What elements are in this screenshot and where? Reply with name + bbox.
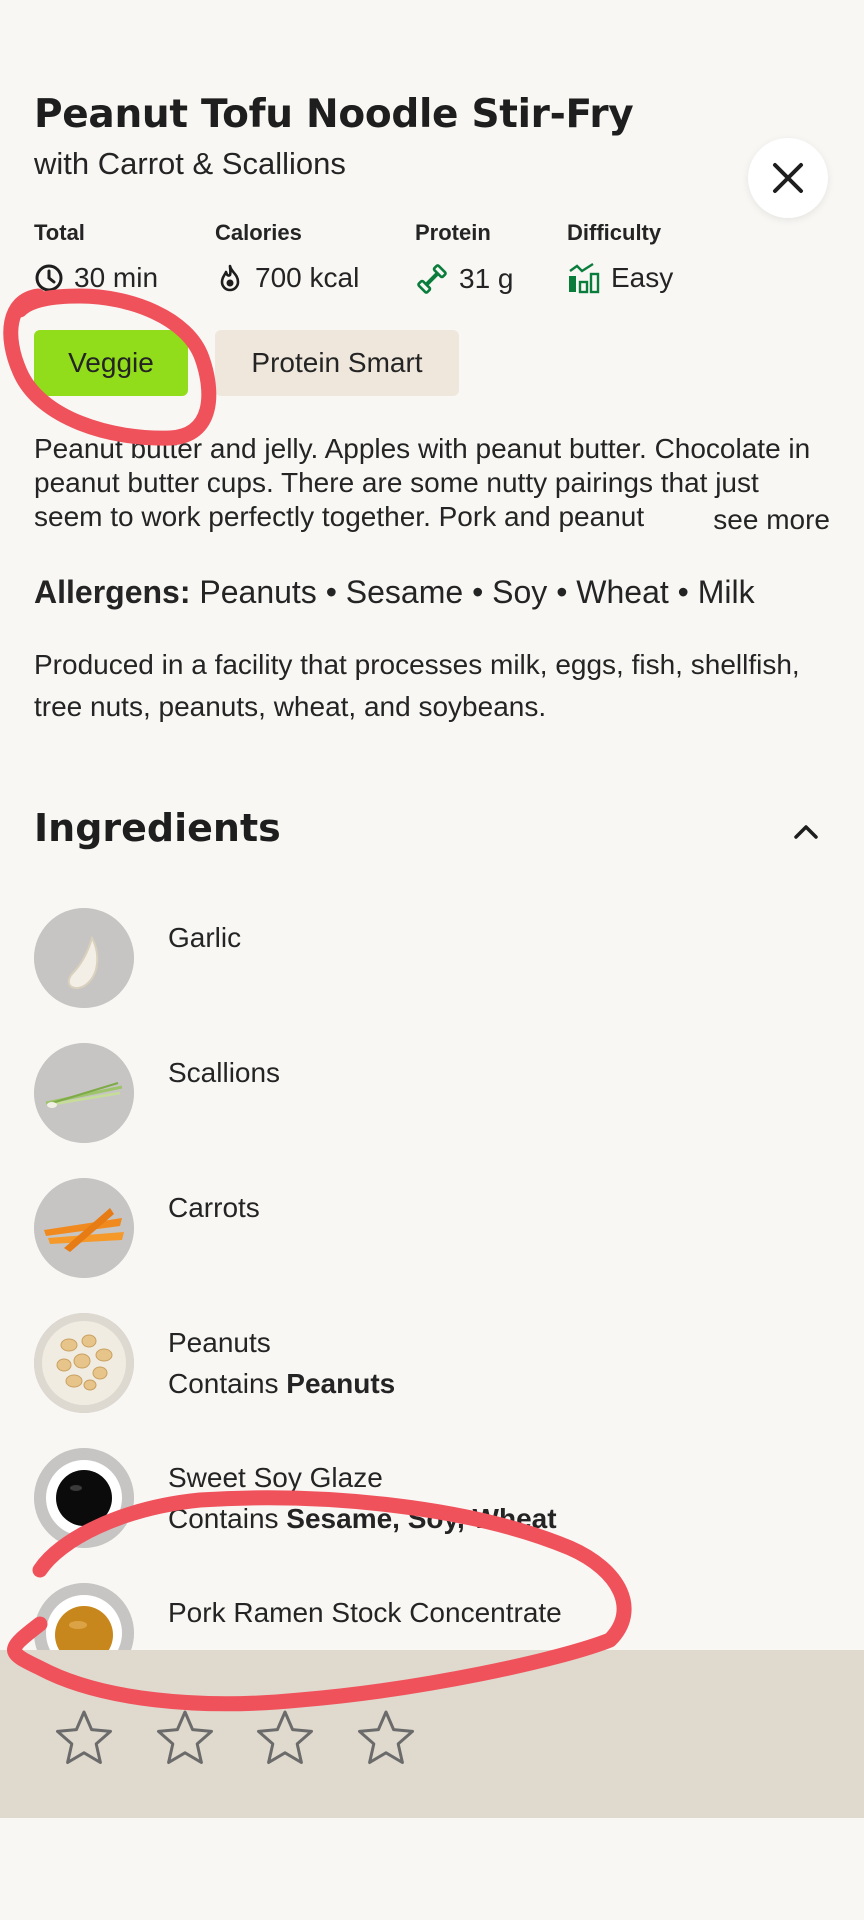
carrots-image [34, 1178, 134, 1278]
ingredient-name: Carrots [168, 1192, 260, 1223]
stat-label: Total [34, 220, 85, 245]
ingredient-row: Carrots [34, 1178, 834, 1288]
peanuts-image [34, 1313, 134, 1413]
stat-value: 30 min [74, 262, 159, 293]
recipe-subtitle: with Carrot & Scallions [34, 146, 346, 181]
ingredient-name: Peanuts [168, 1327, 271, 1358]
dumbbell-icon [417, 264, 447, 294]
rating-bar [0, 1650, 864, 1818]
recipe-title: Peanut Tofu Noodle Stir-Fry [34, 92, 634, 137]
contains-prefix: Contains [168, 1503, 287, 1534]
clock-icon [35, 264, 63, 292]
ingredient-allergens: Contains Sesame, Soy, Wheat [168, 1503, 557, 1535]
ingredient-row: Peanuts Contains Peanuts [34, 1313, 834, 1423]
ingredients-heading: Ingredients [34, 806, 281, 850]
ingredient-row: Garlic [34, 908, 834, 1018]
stat-label: Calories [215, 220, 302, 245]
soy-glaze-image [34, 1448, 134, 1548]
star-icon[interactable] [356, 1708, 416, 1768]
close-button[interactable] [748, 138, 828, 218]
close-icon [773, 163, 803, 193]
star-icon[interactable] [54, 1708, 114, 1768]
contains-allergens: Sesame, Soy, Wheat [286, 1503, 557, 1534]
stat-difficulty: Difficulty Easy [567, 220, 673, 294]
tag-protein-smart[interactable]: Protein Smart [215, 330, 459, 396]
tag-veggie[interactable]: Veggie [34, 330, 188, 396]
ingredient-allergens: Contains Peanuts [168, 1368, 395, 1400]
stat-label: Protein [415, 220, 491, 245]
bar-chart-icon [569, 262, 600, 294]
chevron-up-icon[interactable] [790, 816, 822, 848]
stat-calories: Calories 700 kcal [215, 220, 359, 294]
stat-label: Difficulty [567, 220, 662, 245]
ingredient-name: Scallions [168, 1057, 281, 1088]
allergens-list: Peanuts • Sesame • Soy • Wheat • Milk [199, 574, 755, 610]
garlic-image [34, 908, 134, 1008]
stat-value: 700 kcal [255, 262, 360, 293]
allergens-label: Allergens: [34, 574, 191, 610]
ingredient-name: Sweet Soy Glaze [168, 1462, 383, 1493]
ingredient-name: Garlic [168, 922, 242, 953]
stat-total: Total 30 min [34, 220, 158, 294]
ingredient-row: Sweet Soy Glaze Contains Sesame, Soy, Wh… [34, 1448, 834, 1558]
contains-prefix: Contains [168, 1368, 287, 1399]
star-icon[interactable] [255, 1708, 315, 1768]
stat-protein: Protein 31 g [415, 220, 514, 296]
see-more-link[interactable]: see more [680, 502, 830, 538]
stat-value: 31 g [459, 263, 514, 294]
facility-note: Produced in a facility that processes mi… [34, 649, 800, 722]
ingredient-row: Scallions [34, 1043, 834, 1153]
scallions-image [34, 1043, 134, 1143]
star-icon[interactable] [155, 1708, 215, 1768]
allergens-line: Allergens: Peanuts • Sesame • Soy • Whea… [34, 574, 755, 611]
contains-allergens: Peanuts [286, 1368, 396, 1399]
stat-value: Easy [611, 262, 674, 293]
flame-icon [220, 264, 240, 292]
ingredient-name: Pork Ramen Stock Concentrate [168, 1597, 562, 1628]
